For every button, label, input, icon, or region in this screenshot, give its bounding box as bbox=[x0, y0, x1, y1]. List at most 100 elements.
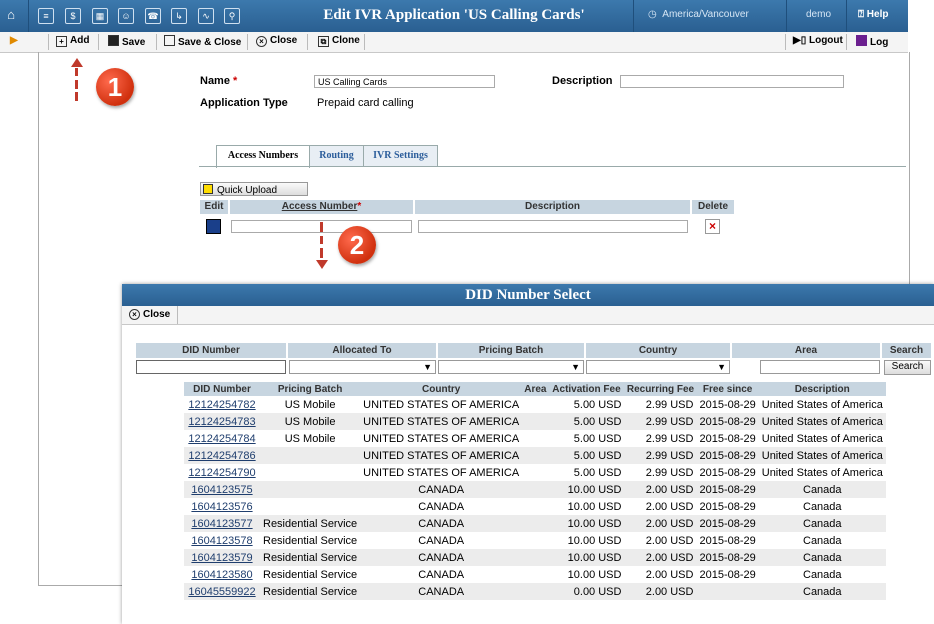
toolbar-divider bbox=[846, 34, 847, 50]
cell-did-number[interactable]: 1604123578 bbox=[184, 532, 260, 549]
col-description[interactable]: Description bbox=[758, 382, 886, 396]
toolbar-divider bbox=[156, 34, 157, 50]
cell-free-since: 2015-08-29 bbox=[696, 515, 759, 532]
col-pricing-batch[interactable]: Pricing Batch bbox=[260, 382, 361, 396]
close-icon: × bbox=[256, 36, 267, 47]
table-row[interactable]: 12124254783 US Mobile UNITED STATES OF AME… bbox=[184, 413, 886, 430]
name-label: Name * bbox=[200, 75, 237, 87]
did-number-link[interactable]: 1604123580 bbox=[191, 569, 252, 581]
cell-description: Canada bbox=[758, 549, 886, 566]
delete-row-icon[interactable]: × bbox=[705, 219, 720, 234]
cell-did-number[interactable]: 12124254784 bbox=[184, 430, 260, 447]
search-button[interactable]: Search bbox=[884, 360, 931, 375]
cell-did-number[interactable]: 1604123575 bbox=[184, 481, 260, 498]
cell-area bbox=[522, 481, 549, 498]
logout-icon: ▶▯ bbox=[793, 35, 807, 46]
filter-header-area: Area bbox=[732, 343, 880, 358]
did-number-link[interactable]: 12124254784 bbox=[188, 433, 255, 445]
cell-pricing-batch: Residential Service bbox=[263, 534, 358, 547]
cell-recurring-fee: 2.00 USD bbox=[645, 534, 694, 547]
cell-description: United States of America bbox=[758, 447, 886, 464]
add-button[interactable]: + Add bbox=[56, 35, 89, 47]
cell-recurring-fee: 2.00 USD bbox=[624, 549, 697, 566]
quick-upload-button[interactable]: Quick Upload bbox=[200, 182, 308, 196]
access-description-input[interactable] bbox=[418, 220, 688, 233]
table-row[interactable]: 1604123575 CANADA 10.00 USD 2.00 USD 2015-08… bbox=[184, 481, 886, 498]
filter-header-search: Search bbox=[882, 343, 931, 358]
cell-pricing-batch: Residential Service bbox=[260, 583, 361, 600]
table-row[interactable]: 12124254782 US Mobile UNITED STATES OF AME… bbox=[184, 396, 886, 413]
did-number-link[interactable]: 1604123578 bbox=[191, 535, 252, 547]
did-number-link[interactable]: 12124254790 bbox=[188, 467, 255, 479]
cell-recurring-fee: 2.00 USD bbox=[624, 583, 697, 600]
cell-did-number[interactable]: 1604123580 bbox=[184, 566, 260, 583]
tab-underline bbox=[199, 166, 906, 167]
did-number-link[interactable]: 12124254782 bbox=[188, 399, 255, 411]
col-did-number[interactable]: DID Number bbox=[184, 382, 260, 396]
col-recurring-fee[interactable]: Recurring Fee bbox=[624, 382, 697, 396]
table-row[interactable]: 12124254786 UNITED STATES OF AMERICA 5.00 … bbox=[184, 447, 886, 464]
col-access-number[interactable]: Access Number* bbox=[230, 200, 413, 214]
allocated-to-select[interactable]: ▼ bbox=[289, 360, 436, 374]
did-number-filter-input[interactable] bbox=[136, 360, 286, 374]
pricing-batch-select[interactable]: ▼ bbox=[438, 360, 584, 374]
table-row[interactable]: 12124254784 US Mobile UNITED STATES OF AME… bbox=[184, 430, 886, 447]
table-row[interactable]: 1604123579 Residential Service CANADA 10.00… bbox=[184, 549, 886, 566]
did-number-link[interactable]: 1604123575 bbox=[191, 484, 252, 496]
col-area[interactable]: Area bbox=[522, 382, 549, 396]
filter-header-pricing-batch: Pricing Batch bbox=[438, 343, 584, 358]
timezone-link[interactable]: ◷ America/Vancouver bbox=[648, 9, 749, 20]
clone-button[interactable]: ⧉ Clone bbox=[318, 35, 360, 47]
table-row[interactable]: 16045559922 Residential Service CANADA 0.00… bbox=[184, 583, 886, 600]
country-select[interactable]: ▼ bbox=[586, 360, 730, 374]
cell-did-number[interactable]: 12124254783 bbox=[184, 413, 260, 430]
cell-did-number[interactable]: 1604123576 bbox=[184, 498, 260, 515]
table-row[interactable]: 1604123580 Residential Service CANADA 10.00… bbox=[184, 566, 886, 583]
cell-activation-fee: 5.00 USD bbox=[573, 432, 622, 445]
toolbar-toggle-icon[interactable]: ▶ bbox=[10, 35, 18, 46]
did-number-link[interactable]: 12124254786 bbox=[188, 450, 255, 462]
did-number-link[interactable]: 1604123579 bbox=[191, 552, 252, 564]
description-input[interactable] bbox=[620, 75, 844, 88]
did-number-link[interactable]: 1604123577 bbox=[191, 518, 252, 530]
col-free-since[interactable]: Free since bbox=[696, 382, 759, 396]
log-button[interactable]: Log bbox=[856, 35, 888, 48]
tab-access-numbers[interactable]: Access Numbers bbox=[216, 145, 310, 168]
close-button[interactable]: × Close bbox=[256, 35, 297, 47]
did-number-link[interactable]: 12124254783 bbox=[188, 416, 255, 428]
cell-did-number[interactable]: 1604123577 bbox=[184, 515, 260, 532]
table-row[interactable]: 1604123578 Residential Service CANADA 10.00… bbox=[184, 532, 886, 549]
table-row[interactable]: 12124254790 UNITED STATES OF AMERICA 5.00 … bbox=[184, 464, 886, 481]
cell-did-number[interactable]: 1604123579 bbox=[184, 549, 260, 566]
user-name[interactable]: demo bbox=[806, 9, 831, 20]
cell-did-number[interactable]: 12124254786 bbox=[184, 447, 260, 464]
cell-did-number[interactable]: 12124254782 bbox=[184, 396, 260, 413]
area-filter-input[interactable] bbox=[760, 360, 880, 374]
log-icon bbox=[856, 35, 867, 46]
cell-recurring-fee: 2.99 USD bbox=[645, 398, 694, 411]
did-number-link[interactable]: 1604123576 bbox=[191, 501, 252, 513]
tab-ivr-settings[interactable]: IVR Settings bbox=[363, 145, 438, 167]
save-button[interactable]: Save bbox=[108, 35, 145, 48]
table-row[interactable]: 1604123577 Residential Service CANADA 10.00… bbox=[184, 515, 886, 532]
did-number-link[interactable]: 16045559922 bbox=[188, 586, 255, 598]
annotation-dash bbox=[75, 68, 78, 76]
tab-routing[interactable]: Routing bbox=[309, 145, 364, 167]
cell-area bbox=[522, 413, 549, 430]
cell-did-number[interactable]: 16045559922 bbox=[184, 583, 260, 600]
save-row-icon[interactable] bbox=[206, 219, 221, 234]
col-country[interactable]: Country bbox=[360, 382, 523, 396]
cell-did-number[interactable]: 12124254790 bbox=[184, 464, 260, 481]
save-close-button[interactable]: Save & Close bbox=[164, 35, 241, 48]
help-link[interactable]: ⍰ Help bbox=[858, 9, 888, 20]
table-row[interactable]: 1604123576 CANADA 10.00 USD 2.00 USD 2015-08… bbox=[184, 498, 886, 515]
cell-description: Canada bbox=[758, 583, 886, 600]
annotation-dash bbox=[75, 80, 78, 89]
name-input[interactable]: US Calling Cards bbox=[314, 75, 495, 88]
dialog-close-button[interactable]: × Close bbox=[129, 309, 170, 320]
cell-pricing-batch bbox=[260, 447, 361, 464]
col-activation-fee[interactable]: Activation Fee bbox=[548, 382, 625, 396]
logout-button[interactable]: ▶▯ Logout bbox=[793, 35, 843, 46]
cell-description: United States of America bbox=[761, 466, 883, 479]
cell-area bbox=[522, 583, 549, 600]
